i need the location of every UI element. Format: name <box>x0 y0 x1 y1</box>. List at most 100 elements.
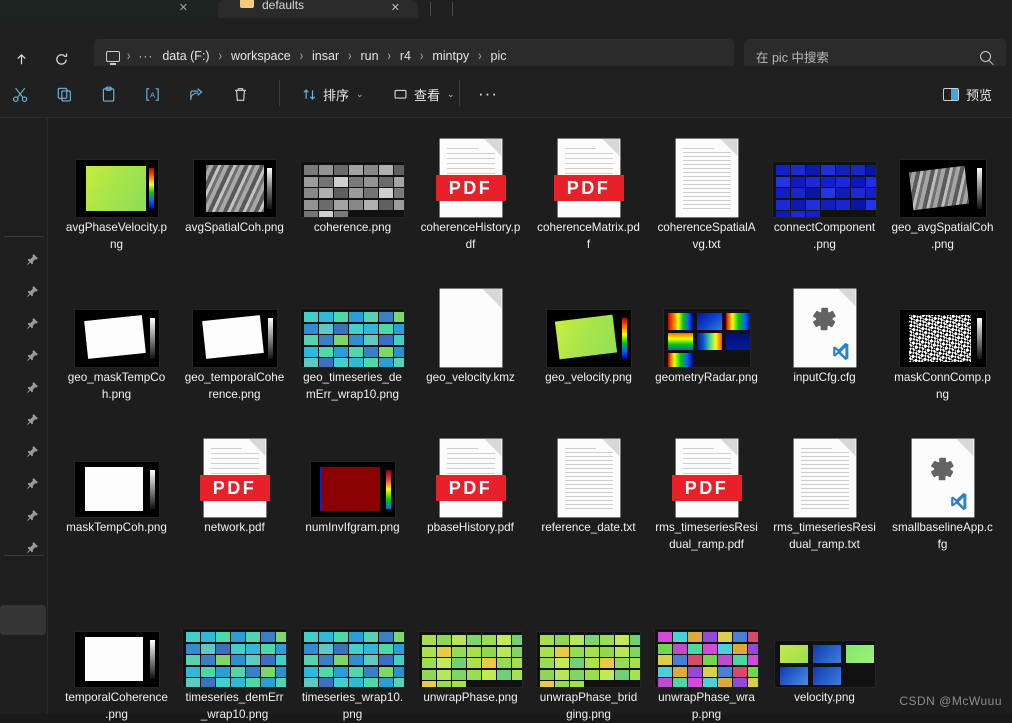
navpane-pinned-item[interactable] <box>0 505 48 531</box>
breadcrumb-item-3[interactable]: run <box>355 47 383 65</box>
cut-button[interactable] <box>2 77 38 111</box>
breadcrumb-overflow[interactable]: ··· <box>134 49 157 63</box>
pdf-file-icon: PDF <box>553 139 624 217</box>
file-name-label: geo_maskTempCoh.png <box>67 371 166 401</box>
pdf-file-icon: PDF <box>435 439 506 517</box>
file-name-label: avgPhaseVelocity.png <box>65 221 168 251</box>
file-name-label: reference_date.txt <box>541 521 636 534</box>
file-item[interactable]: PDF rms_timeseriesResidual_ramp.pdf <box>648 425 765 553</box>
copy-button[interactable] <box>46 77 82 111</box>
delete-button[interactable] <box>222 77 258 111</box>
file-item[interactable]: velocity.png <box>766 595 883 706</box>
file-item[interactable]: geo_temporalCoherence.png <box>176 275 293 403</box>
breadcrumb-item-4[interactable]: r4 <box>395 47 416 65</box>
file-item[interactable]: unwrapPhase.png <box>412 595 529 706</box>
file-item[interactable]: geo_velocity.kmz <box>412 275 529 386</box>
tab-defaults[interactable]: defaults ✕ <box>218 0 418 18</box>
file-thumbnail-wrap: PDF <box>180 425 290 517</box>
file-item[interactable]: PDF coherenceMatrix.pdf <box>530 125 647 253</box>
file-item[interactable]: timeseries_demErr_wrap10.png <box>176 595 293 723</box>
file-item[interactable]: unwrapPhase_wrap.png <box>648 595 765 723</box>
new-tab-button[interactable] <box>452 2 453 16</box>
breadcrumb-item-2[interactable]: insar <box>307 47 344 65</box>
chevron-down-icon[interactable]: ⌄ <box>447 89 455 100</box>
file-list[interactable]: CSDN @McWuuu avgPhaseVelocity.png avgSpat… <box>48 118 1012 721</box>
navpane-pinned-item[interactable] <box>0 281 48 307</box>
file-name-label: timeseries_wrap10.png <box>301 691 404 721</box>
sort-button[interactable]: 排序 ⌄ <box>294 77 372 111</box>
file-thumbnail-wrap: PDF <box>534 125 644 217</box>
file-name-label: network.pdf <box>204 521 265 534</box>
file-item[interactable]: temporalCoherence.png <box>58 595 175 723</box>
this-pc-icon[interactable] <box>106 50 120 65</box>
file-thumbnail-wrap: PDF <box>652 425 762 517</box>
file-thumbnail-wrap <box>534 595 644 687</box>
file-item[interactable]: geo_velocity.png <box>530 275 647 386</box>
navpane-pinned-item[interactable] <box>0 537 48 563</box>
file-item[interactable]: coherence.png <box>294 125 411 236</box>
file-thumbnail <box>310 462 395 517</box>
navpane-pinned-item[interactable] <box>0 377 48 403</box>
pin-icon <box>26 477 39 495</box>
file-thumbnail <box>301 629 404 687</box>
navpane-selected-item[interactable] <box>0 605 46 635</box>
file-thumbnail-wrap <box>652 275 762 367</box>
tab-strip: ✕ defaults ✕ <box>0 0 1012 18</box>
paste-button[interactable] <box>90 77 126 111</box>
navpane-pinned-item[interactable] <box>0 441 48 467</box>
file-item[interactable]: avgPhaseVelocity.png <box>58 125 175 253</box>
file-item[interactable]: coherenceSpatialAvg.txt <box>648 125 765 253</box>
file-item[interactable]: inputCfg.cfg <box>766 275 883 386</box>
share-button[interactable] <box>178 77 214 111</box>
search-icon[interactable] <box>980 50 991 62</box>
navpane-pinned-item[interactable] <box>0 409 48 435</box>
view-button[interactable]: 查看 ⌄ <box>385 77 463 111</box>
file-item[interactable]: connectComponent.png <box>766 125 883 253</box>
file-item[interactable]: PDF pbaseHistory.pdf <box>412 425 529 536</box>
file-name-label: coherence.png <box>313 221 392 234</box>
close-icon[interactable]: ✕ <box>391 2 400 14</box>
pdf-badge: PDF <box>671 475 742 501</box>
file-name-label: coherenceHistory.pdf <box>420 221 521 251</box>
navpane-pinned-item[interactable] <box>0 345 48 371</box>
file-thumbnail <box>301 162 404 217</box>
navpane-pinned-item[interactable] <box>0 473 48 499</box>
file-item[interactable]: geo_timeseries_demErr_wrap10.png <box>294 275 411 403</box>
file-name-label: unwrapPhase_bridging.png <box>539 691 638 721</box>
breadcrumb-item-0[interactable]: data (F:) <box>157 47 214 65</box>
file-item[interactable]: reference_date.txt <box>530 425 647 536</box>
close-icon[interactable]: ✕ <box>179 2 188 14</box>
file-item[interactable]: smallbaselineApp.cfg <box>884 425 1001 553</box>
preview-button[interactable]: 预览 <box>935 77 1000 111</box>
chevron-down-icon[interactable]: ⌄ <box>356 89 364 100</box>
file-item[interactable]: maskTempCoh.png <box>58 425 175 536</box>
thumbnail-cell <box>667 313 693 330</box>
file-item[interactable]: maskConnComp.png <box>884 275 1001 403</box>
file-thumbnail <box>192 310 277 367</box>
file-name-label: pbaseHistory.pdf <box>427 521 514 534</box>
file-item[interactable]: PDF network.pdf <box>176 425 293 536</box>
breadcrumb-item-5[interactable]: mintpy <box>427 47 474 65</box>
rename-button[interactable]: A <box>134 77 170 111</box>
tab-inactive[interactable]: ✕ <box>0 0 218 18</box>
breadcrumb-item-6[interactable]: pic <box>486 47 512 65</box>
file-item[interactable]: geo_avgSpatialCoh.png <box>884 125 1001 253</box>
thumbnail-cell <box>779 667 808 685</box>
navpane-pinned-item[interactable] <box>0 313 48 339</box>
file-item[interactable]: rms_timeseriesResidual_ramp.txt <box>766 425 883 553</box>
file-item[interactable]: numInvIfgram.png <box>294 425 411 536</box>
file-name-label: numInvIfgram.png <box>305 521 400 534</box>
file-item[interactable]: timeseries_wrap10.png <box>294 595 411 723</box>
file-item[interactable]: avgSpatialCoh.png <box>176 125 293 236</box>
file-thumbnail-wrap <box>652 125 762 217</box>
file-thumbnail-wrap <box>180 275 290 367</box>
navpane-pinned-item[interactable] <box>0 249 48 275</box>
file-item[interactable]: geo_maskTempCoh.png <box>58 275 175 403</box>
file-thumbnail-wrap <box>298 275 408 367</box>
file-item[interactable]: unwrapPhase_bridging.png <box>530 595 647 723</box>
file-item[interactable]: geometryRadar.png <box>648 275 765 386</box>
file-item[interactable]: PDF coherenceHistory.pdf <box>412 125 529 253</box>
pin-icon <box>26 285 39 303</box>
more-options-button[interactable]: ··· <box>470 77 506 111</box>
breadcrumb-item-1[interactable]: workspace <box>226 47 296 65</box>
